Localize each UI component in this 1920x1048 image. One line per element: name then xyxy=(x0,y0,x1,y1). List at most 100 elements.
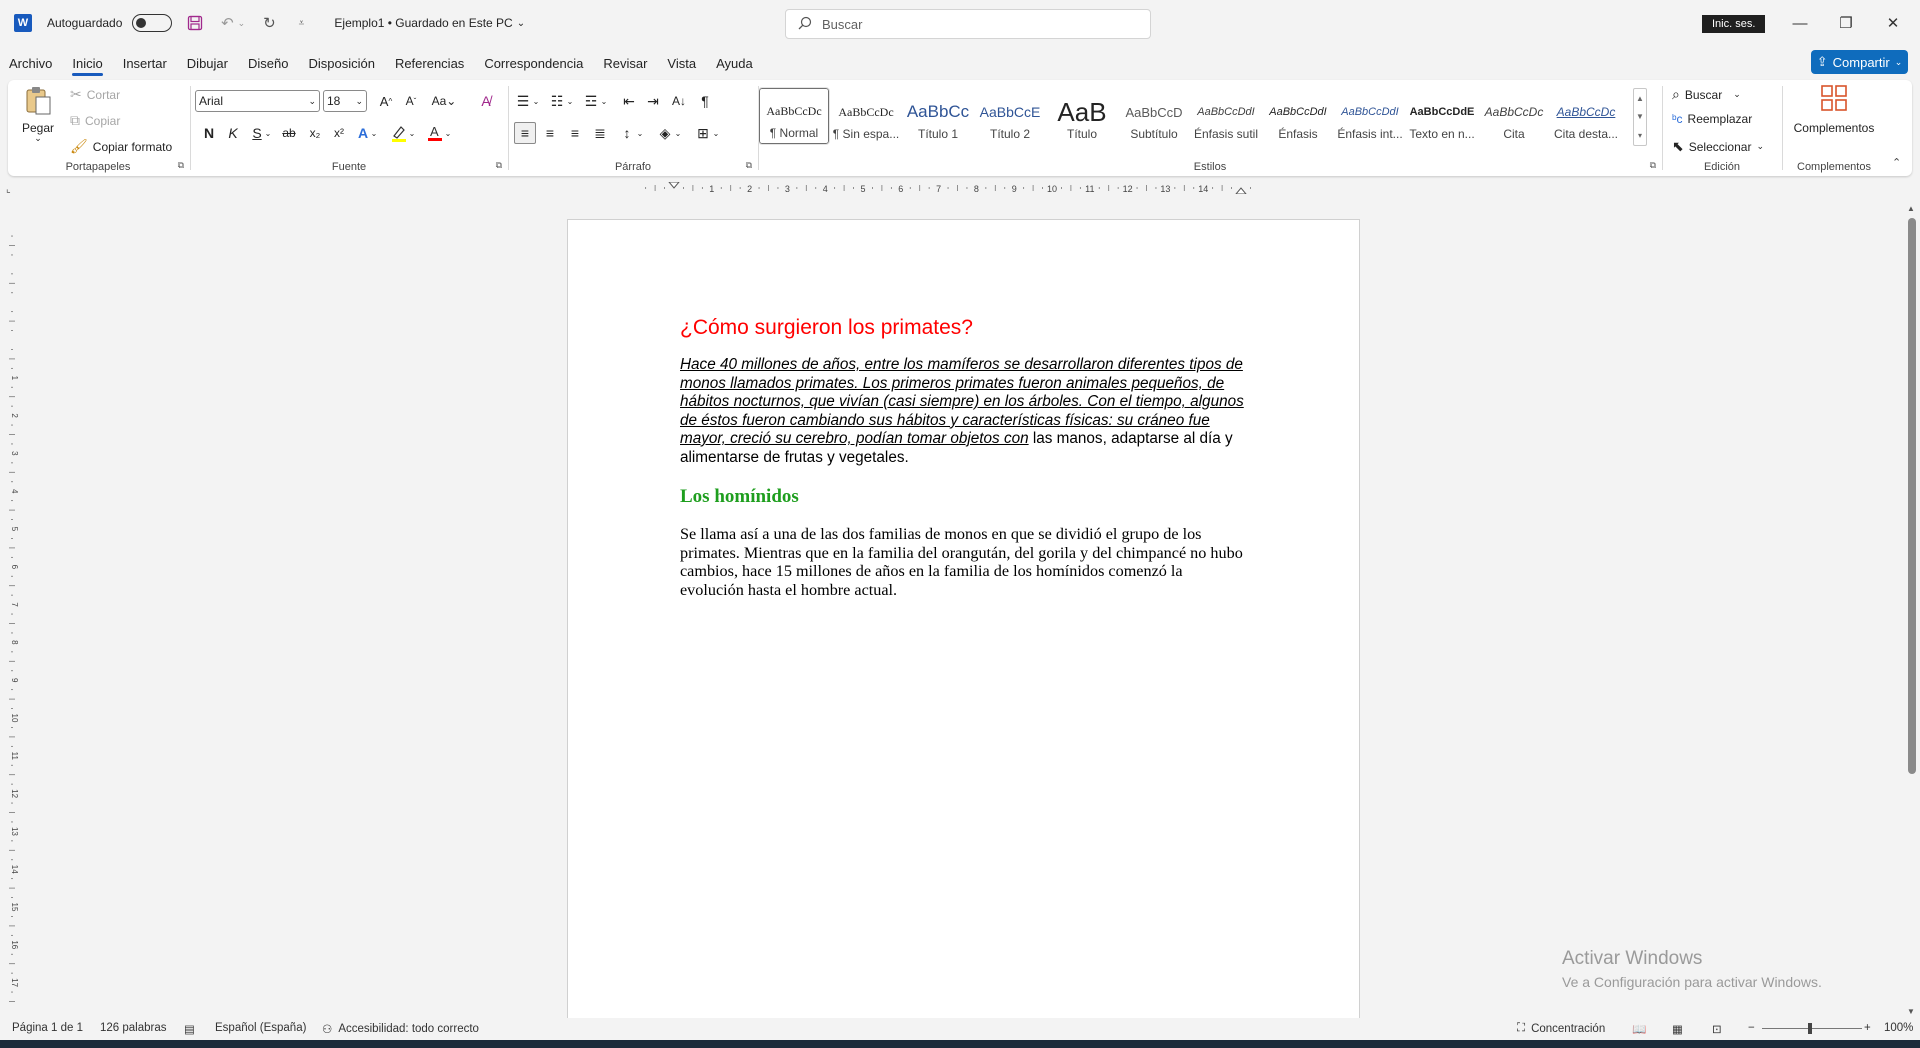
sort-icon[interactable]: A↓ xyxy=(668,90,690,112)
tab-vista[interactable]: Vista xyxy=(667,56,696,71)
chevron-down-icon[interactable]: ⌄ xyxy=(368,122,380,144)
chevron-down-icon[interactable]: ⌄ xyxy=(710,122,722,144)
tab-dibujar[interactable]: Dibujar xyxy=(187,56,228,71)
read-mode-icon[interactable]: 📖 xyxy=(1632,1022,1646,1036)
print-layout-icon[interactable]: ▦ xyxy=(1672,1022,1683,1036)
horizontal-ruler[interactable]: 1 2 3 4 5 6 7 8 9 10 11 12 13 14 xyxy=(560,182,1360,194)
collapse-ribbon-icon[interactable]: ⌃ xyxy=(1892,156,1901,169)
search-box[interactable]: Buscar xyxy=(785,9,1151,39)
chevron-down-icon[interactable]: ⌄ xyxy=(634,122,646,144)
chevron-down-icon[interactable]: ⌄ xyxy=(672,122,684,144)
minimize-icon[interactable]: — xyxy=(1785,10,1815,36)
font-size-combo[interactable]: 18 ⌄ xyxy=(323,90,367,112)
language-status[interactable]: Español (España) xyxy=(215,1022,306,1034)
undo-dropdown-icon[interactable]: ⌄ xyxy=(236,14,246,32)
tab-archivo[interactable]: Archivo xyxy=(9,56,52,71)
share-button[interactable]: ⇪ Compartir ⌄ xyxy=(1811,50,1908,74)
ruler-label: 12 xyxy=(1123,184,1133,194)
first-line-indent-marker[interactable] xyxy=(668,182,680,189)
find-button[interactable]: ⌕ Buscar ⌄ xyxy=(1672,86,1741,103)
paragraph-1[interactable]: Hace 40 millones de años, entre los mamí… xyxy=(680,356,1250,467)
font-size-value: 18 xyxy=(327,94,341,108)
replace-button[interactable]: ᵇc Reemplazar xyxy=(1672,112,1752,126)
restore-icon[interactable]: ❐ xyxy=(1831,10,1861,36)
align-right-icon[interactable]: ≡ xyxy=(564,122,586,144)
zoom-slider-thumb[interactable] xyxy=(1808,1023,1812,1034)
paragraph-2[interactable]: Se llama así a una de las dos familias d… xyxy=(680,525,1250,599)
dialog-launcher-icon[interactable]: ⧉ xyxy=(746,160,752,171)
addins-button[interactable]: Complementos xyxy=(1784,84,1884,135)
select-button[interactable]: ⬉ Seleccionar ⌄ xyxy=(1672,138,1764,155)
document-title[interactable]: Ejemplo1 • Guardado en Este PC ⌄ xyxy=(334,16,525,30)
superscript-icon[interactable]: x² xyxy=(328,122,350,144)
vertical-ruler[interactable]: 1234567891011121314151617 xyxy=(6,220,18,1010)
focus-mode-button[interactable]: ⛶ Concentración xyxy=(1517,1022,1605,1035)
page-count[interactable]: Página 1 de 1 xyxy=(12,1022,83,1034)
chevron-down-icon[interactable]: ⌄ xyxy=(406,122,418,144)
cut-button[interactable]: ✂ Cortar xyxy=(70,86,120,103)
accessibility-icon: ⚇ xyxy=(322,1024,333,1036)
tab-referencias[interactable]: Referencias xyxy=(395,56,464,71)
zoom-in-icon[interactable]: + xyxy=(1864,1022,1871,1034)
decrease-indent-icon[interactable]: ⇤ xyxy=(618,90,640,112)
dialog-launcher-icon[interactable]: ⧉ xyxy=(178,160,184,171)
save-icon[interactable] xyxy=(186,14,204,32)
show-marks-icon[interactable]: ¶ xyxy=(694,90,716,112)
subscript-icon[interactable]: x₂ xyxy=(304,122,326,144)
heading-2[interactable]: Los homínidos xyxy=(680,486,1250,508)
tab-correspondencia[interactable]: Correspondencia xyxy=(484,56,583,71)
justify-icon[interactable]: ≣ xyxy=(589,122,611,144)
chevron-down-icon[interactable]: ⌄ xyxy=(598,90,610,112)
scroll-up-icon[interactable]: ▲ xyxy=(1907,204,1915,213)
italic-button[interactable]: K xyxy=(222,122,244,144)
chevron-down-icon[interactable]: ⌄ xyxy=(530,90,542,112)
paste-button[interactable]: Pegar ⌄ xyxy=(22,86,54,144)
strikethrough-icon[interactable]: ab xyxy=(278,122,300,144)
vertical-scrollbar[interactable]: ▲ ▼ xyxy=(1906,204,1918,1016)
accessibility-status[interactable]: ⚇ Accesibilidad: todo correcto xyxy=(322,1022,479,1036)
grow-font-icon[interactable]: A ^ xyxy=(375,90,397,112)
tab-disposicion[interactable]: Disposición xyxy=(308,56,374,71)
ruler-label: 14 xyxy=(1198,184,1208,194)
dialog-launcher-icon[interactable]: ⧉ xyxy=(1650,160,1656,171)
proofing-icon[interactable]: ▤ xyxy=(184,1022,195,1036)
format-painter-button[interactable]: 🖌 Copiar formato xyxy=(70,138,172,155)
customize-toolbar-icon[interactable]: ⩡ xyxy=(292,14,310,32)
autosave-toggle[interactable] xyxy=(132,14,173,32)
copy-button[interactable]: ⧉ Copiar xyxy=(70,112,120,129)
document-page[interactable]: ¿Cómo surgieron los primates? Hace 40 mi… xyxy=(567,219,1360,1019)
zoom-out-icon[interactable]: − xyxy=(1748,1022,1755,1034)
undo-icon[interactable]: ↶ xyxy=(218,14,236,32)
tab-inicio[interactable]: Inicio xyxy=(72,56,104,76)
chevron-down-icon[interactable]: ⌄ xyxy=(262,122,274,144)
redo-icon[interactable]: ↻ xyxy=(260,14,278,32)
bold-button[interactable]: N xyxy=(198,122,220,144)
sign-in-button[interactable]: Inic. ses. xyxy=(1702,15,1766,33)
chevron-down-icon[interactable]: ⌄ xyxy=(442,122,454,144)
close-icon[interactable]: ✕ xyxy=(1878,10,1908,36)
web-layout-icon[interactable]: ⊡ xyxy=(1712,1022,1722,1036)
shrink-font-icon[interactable]: Aˇ xyxy=(400,90,422,112)
tab-ayuda[interactable]: Ayuda xyxy=(716,56,753,71)
align-left-icon[interactable]: ≡ xyxy=(514,122,536,144)
clear-formatting-icon[interactable]: A̸ xyxy=(475,90,497,112)
change-case-icon[interactable]: Aa⌄ xyxy=(428,90,460,112)
dialog-launcher-icon[interactable]: ⧉ xyxy=(496,160,502,171)
page-content[interactable]: ¿Cómo surgieron los primates? Hace 40 mi… xyxy=(680,316,1250,599)
tab-revisar[interactable]: Revisar xyxy=(603,56,647,71)
align-center-icon[interactable]: ≡ xyxy=(539,122,561,144)
chevron-down-icon[interactable]: ⌄ xyxy=(564,90,576,112)
word-count[interactable]: 126 palabras xyxy=(100,1022,167,1034)
heading-1[interactable]: ¿Cómo surgieron los primates? xyxy=(680,316,1250,340)
increase-indent-icon[interactable]: ⇥ xyxy=(642,90,664,112)
font-name-combo[interactable]: Arial ⌄ xyxy=(195,90,320,112)
scroll-down-icon[interactable]: ▼ xyxy=(1907,1007,1915,1016)
tab-selector-icon[interactable]: ⌞ xyxy=(6,184,11,195)
tab-insertar[interactable]: Insertar xyxy=(123,56,167,71)
zoom-level[interactable]: 100% xyxy=(1884,1022,1913,1034)
tab-diseno[interactable]: Diseño xyxy=(248,56,288,71)
right-indent-marker[interactable] xyxy=(1235,187,1247,194)
zoom-slider[interactable] xyxy=(1762,1028,1862,1029)
scrollbar-thumb[interactable] xyxy=(1908,218,1916,774)
ruler-label: 14 xyxy=(10,865,18,874)
